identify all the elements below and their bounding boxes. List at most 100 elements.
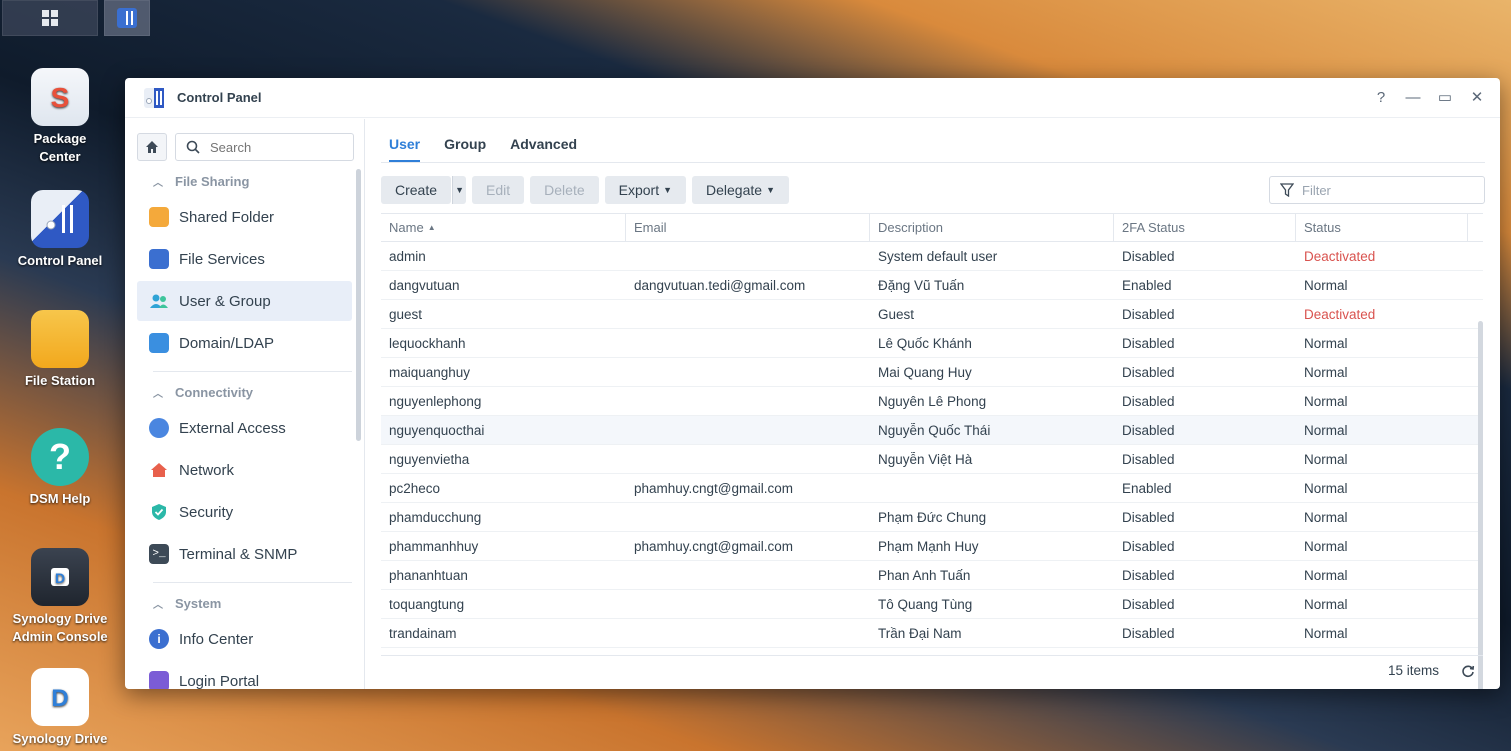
tab-bar: User Group Advanced — [381, 119, 1485, 163]
sidebar-search[interactable] — [175, 133, 354, 161]
column-header-status[interactable]: Status — [1296, 213, 1468, 242]
sidebar-item-label: User & Group — [179, 292, 271, 310]
sidebar-item-network[interactable]: Network — [137, 450, 352, 490]
control-panel-icon — [117, 8, 137, 28]
cell-status: Normal — [1304, 364, 1348, 380]
external-access-icon — [149, 418, 169, 438]
table-row[interactable]: lequockhanh Lê Quốc Khánh Disabled Normal — [381, 329, 1483, 358]
table-row[interactable]: maiquanghuy Mai Quang Huy Disabled Normal — [381, 358, 1483, 387]
export-label: Export — [618, 182, 660, 198]
create-dropdown-button[interactable]: ▼ — [452, 176, 467, 204]
cell-status: Normal — [1304, 567, 1348, 583]
table-body: admin System default user Disabled Deactiva… — [381, 242, 1483, 648]
tab-user[interactable]: User — [389, 136, 421, 162]
sidebar-item-login-portal[interactable]: Login Portal — [137, 661, 352, 689]
filter-field[interactable]: Filter — [1269, 176, 1485, 204]
home-button[interactable] — [137, 133, 167, 161]
tab-advanced[interactable]: Advanced — [510, 136, 577, 162]
taskbar-control-panel[interactable] — [104, 0, 150, 36]
desktop-label: Admin Console — [12, 629, 108, 644]
cell-status: Deactivated — [1304, 306, 1376, 322]
desktop-package-center[interactable]: S Package Center — [10, 68, 110, 166]
title-bar[interactable]: Control Panel ? — ▭ ✕ — [125, 78, 1500, 118]
cell-name: phammanhhuy — [389, 538, 479, 554]
desktop-dsm-help[interactable]: ? DSM Help — [10, 428, 110, 508]
table-row[interactable]: guest Guest Disabled Deactivated — [381, 300, 1483, 329]
synology-drive-icon: D — [31, 668, 89, 726]
export-button[interactable]: Export ▼ — [604, 176, 687, 204]
cell-name: admin — [389, 248, 426, 264]
delete-button[interactable]: Delete — [530, 176, 599, 204]
folder-icon — [31, 310, 89, 368]
table-row[interactable]: nguyenvietha Nguyễn Việt Hà Disabled Normal — [381, 445, 1483, 474]
desktop-control-panel[interactable]: Control Panel — [10, 190, 110, 270]
sidebar-item-user-group[interactable]: User & Group — [137, 281, 352, 321]
column-header-description[interactable]: Description — [870, 213, 1114, 242]
table-row[interactable]: dangvutuan dangvutuan.tedi@gmail.com Đặng … — [381, 271, 1483, 300]
cell-description: Tô Quang Tùng — [878, 596, 973, 612]
cell-name: nguyenvietha — [389, 451, 470, 467]
cell-2fa-status: Enabled — [1122, 480, 1172, 496]
cell-status: Normal — [1304, 422, 1348, 438]
table-row[interactable]: phammanhhuy phamhuy.cngt@gmail.com Phạm Mạ… — [381, 532, 1483, 561]
desktop-file-station[interactable]: File Station — [10, 310, 110, 390]
column-header-name[interactable]: Name ▲ — [381, 213, 626, 242]
desktop-drive-admin[interactable]: D Synology Drive Admin Console — [10, 548, 110, 646]
table-scrollbar[interactable] — [1478, 321, 1483, 689]
column-header-2fa[interactable]: 2FA Status — [1114, 213, 1296, 242]
sidebar-item-info-center[interactable]: i Info Center — [137, 619, 352, 659]
table-row[interactable]: trandainam Trần Đại Nam Disabled Normal — [381, 619, 1483, 648]
desktop-label: Control Panel — [17, 253, 103, 268]
table-row[interactable]: nguyenlephong Nguyên Lê Phong Disabled Norm… — [381, 387, 1483, 416]
column-header-email[interactable]: Email — [626, 213, 870, 242]
table-row[interactable]: toquangtung Tô Quang Tùng Disabled Normal — [381, 590, 1483, 619]
refresh-icon[interactable] — [1461, 664, 1475, 678]
cell-email: phamhuy.cngt@gmail.com — [634, 480, 794, 496]
sidebar-scrollbar[interactable] — [356, 169, 361, 441]
cell-email: phamhuy.cngt@gmail.com — [634, 538, 794, 554]
section-title: Connectivity — [175, 384, 254, 400]
main-menu-button[interactable] — [2, 0, 98, 36]
caret-down-icon: ▼ — [766, 185, 775, 195]
sidebar-item-external-access[interactable]: External Access — [137, 408, 352, 448]
domain-ldap-icon — [149, 333, 169, 353]
cell-status: Normal — [1304, 393, 1348, 409]
help-icon: ? — [31, 428, 89, 486]
section-file-sharing[interactable]: ︿ File Sharing — [125, 167, 364, 195]
cell-description: Nguyên Lê Phong — [878, 393, 987, 409]
create-button[interactable]: Create — [381, 176, 452, 204]
help-button[interactable]: ? — [1372, 88, 1390, 106]
table-row[interactable]: nguyenquocthai Nguyễn Quốc Thái Disabled No… — [381, 416, 1483, 445]
chevron-up-icon: ︿ — [153, 388, 163, 400]
cell-status: Normal — [1304, 509, 1348, 525]
sidebar-item-security[interactable]: Security — [137, 492, 352, 532]
section-system[interactable]: ︿ System — [125, 589, 364, 617]
sidebar-item-terminal-snmp[interactable]: >_ Terminal & SNMP — [137, 534, 352, 574]
table-row[interactable]: pc2heco phamhuy.cngt@gmail.com Enabled Norm… — [381, 474, 1483, 503]
sidebar-item-file-services[interactable]: File Services — [137, 239, 352, 279]
chevron-up-icon: ︿ — [153, 177, 163, 189]
cell-2fa-status: Enabled — [1122, 277, 1172, 293]
sidebar-item-label: Network — [179, 461, 235, 479]
cell-2fa-status: Disabled — [1122, 393, 1175, 409]
desktop-label: File Station — [24, 373, 96, 388]
cell-2fa-status: Disabled — [1122, 306, 1175, 322]
section-connectivity[interactable]: ︿ Connectivity — [125, 378, 364, 406]
search-input[interactable] — [210, 139, 340, 155]
minimize-button[interactable]: — — [1404, 88, 1422, 106]
edit-button[interactable]: Edit — [472, 176, 525, 204]
cell-name: pc2heco — [389, 480, 441, 496]
shared-folder-icon — [149, 207, 169, 227]
delegate-button[interactable]: Delegate ▼ — [692, 176, 789, 204]
tab-group[interactable]: Group — [444, 136, 486, 162]
sidebar-item-domain-ldap[interactable]: Domain/LDAP — [137, 323, 352, 363]
table-row[interactable]: phananhtuan Phan Anh Tuấn Disabled Normal — [381, 561, 1483, 590]
sidebar-item-shared-folder[interactable]: Shared Folder — [137, 197, 352, 237]
grid-icon — [42, 10, 58, 26]
maximize-button[interactable]: ▭ — [1436, 88, 1454, 106]
desktop-synology-drive[interactable]: D Synology Drive — [10, 668, 110, 748]
table-row[interactable]: admin System default user Disabled Deactiva… — [381, 242, 1483, 271]
table-row[interactable]: phamducchung Phạm Đức Chung Disabled Normal — [381, 503, 1483, 532]
close-button[interactable]: ✕ — [1468, 88, 1486, 106]
desktop-label: Synology Drive — [12, 611, 108, 626]
